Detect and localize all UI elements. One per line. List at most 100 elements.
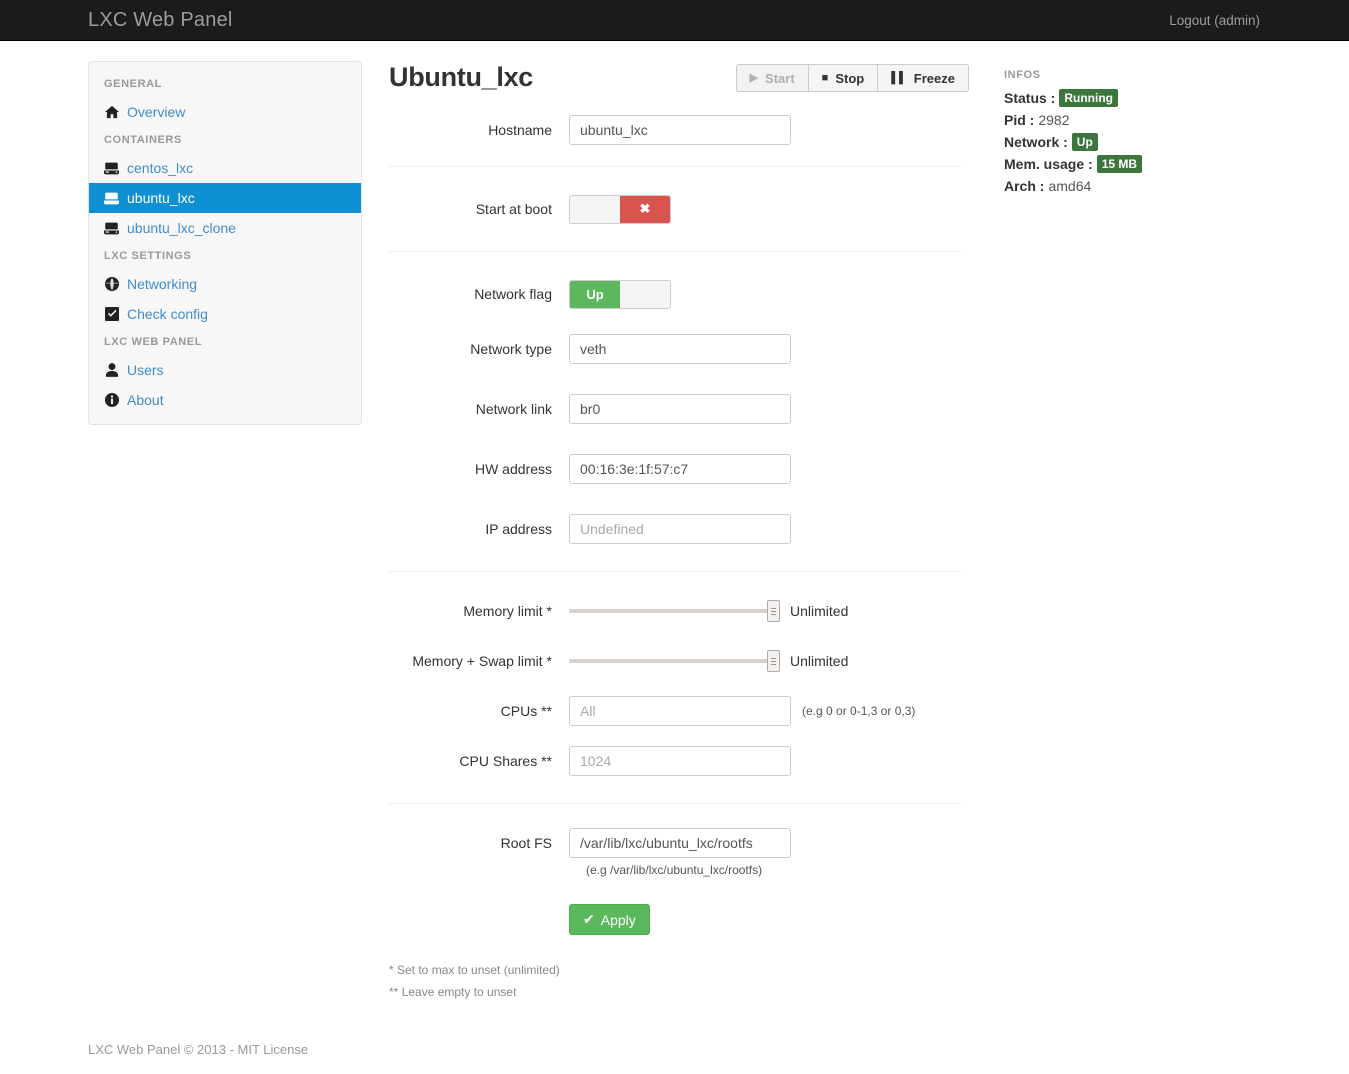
network-badge: Up xyxy=(1071,133,1098,151)
divider-4 xyxy=(389,803,961,804)
info-pid: Pid : 2982 xyxy=(1004,110,1264,130)
divider-1 xyxy=(389,166,961,167)
network-flag-label: Network flag xyxy=(474,286,552,302)
memory-limit-slider-wrap: Unlimited xyxy=(569,596,848,626)
footnote-2: ** Leave empty to unset xyxy=(389,985,517,999)
cpu-shares-row: CPU Shares ** xyxy=(389,746,969,776)
start-at-boot-toggle[interactable]: ✖ xyxy=(569,194,671,224)
memory-swap-limit-row: Memory + Swap limit * Unlimited xyxy=(389,646,969,676)
apply-button[interactable]: ✔ Apply xyxy=(569,904,650,935)
cpu-shares-label: CPU Shares ** xyxy=(459,753,552,769)
rootfs-input[interactable] xyxy=(569,828,791,858)
network-flag-row: Network flag Up xyxy=(389,279,969,309)
divider-2 xyxy=(389,251,961,252)
ip-address-input[interactable] xyxy=(569,514,791,544)
apply-button-label: Apply xyxy=(600,911,636,928)
memory-swap-limit-value: Unlimited xyxy=(790,653,849,669)
hw-address-input[interactable] xyxy=(569,454,791,484)
nav-group-header: CONTAINERS xyxy=(104,134,182,146)
rootfs-row: Root FS xyxy=(389,828,969,858)
sidebar-item-ubuntu-lxc-clone[interactable]: ubuntu_lxc_clone xyxy=(89,213,361,243)
pause-icon: ▌▌ xyxy=(891,71,907,84)
nav-group-header: LXC SETTINGS xyxy=(104,250,192,262)
rootfs-label: Root FS xyxy=(500,835,552,851)
start-button[interactable]: ▶ Start xyxy=(735,64,809,92)
toggle-blank-half xyxy=(620,280,670,308)
footer: LXC Web Panel © 2013 - MIT License xyxy=(88,1042,309,1057)
info-arch-label: Arch : xyxy=(1004,178,1045,194)
sidebar-item-overview[interactable]: Overview xyxy=(89,97,361,127)
network-link-row: Network link xyxy=(389,394,969,424)
freeze-button[interactable]: ▌▌ Freeze xyxy=(877,64,969,92)
info-network-label: Network : xyxy=(1004,134,1068,150)
sidebar-item-label: Overview xyxy=(127,104,186,120)
cpus-hint: (e.g 0 or 0-1,3 or 0,3) xyxy=(802,704,916,718)
sidebar-item-networking[interactable]: Networking xyxy=(89,269,361,299)
stop-button-label: Stop xyxy=(835,70,865,86)
rootfs-hint: (e.g /var/lib/lxc/ubuntu_lxc/rootfs) xyxy=(586,863,763,877)
info-arch-value: amd64 xyxy=(1048,178,1092,194)
home-icon xyxy=(104,105,119,120)
toggle-blank-half xyxy=(570,195,620,223)
footnotes: * Set to max to unset (unlimited) ** Lea… xyxy=(389,959,969,1003)
infos-panel: INFOS Status : Running Pid : 2982 Networ… xyxy=(1004,65,1264,198)
cpu-shares-input[interactable] xyxy=(569,746,791,776)
infos-title: INFOS xyxy=(1004,69,1041,81)
memory-swap-slider-wrap: Unlimited xyxy=(569,646,848,676)
top-navbar: LXC Web Panel Logout (admin) xyxy=(0,0,1349,41)
sidebar-item-label: Users xyxy=(127,362,164,378)
network-link-label: Network link xyxy=(475,401,552,417)
cpus-input[interactable] xyxy=(569,696,791,726)
sidebar-item-about[interactable]: About xyxy=(89,385,361,415)
toggle-on-half: Up xyxy=(570,280,620,308)
ip-address-row: IP address xyxy=(389,514,969,544)
stop-square-icon: ■ xyxy=(821,71,829,84)
check-square-icon xyxy=(104,307,119,322)
network-type-input[interactable] xyxy=(569,334,791,364)
network-link-input[interactable] xyxy=(569,394,791,424)
stop-button[interactable]: ■ Stop xyxy=(807,64,879,92)
divider-3 xyxy=(389,571,961,572)
sidebar-item-label: Check config xyxy=(127,306,208,322)
sidebar-item-label: Networking xyxy=(127,276,198,292)
freeze-button-label: Freeze xyxy=(913,70,955,86)
memory-limit-slider[interactable] xyxy=(569,600,780,622)
toggle-off-half: ✖ xyxy=(620,195,670,223)
server-icon xyxy=(104,221,119,236)
cpus-label: CPUs ** xyxy=(500,703,552,719)
slider-handle[interactable] xyxy=(767,600,780,622)
memory-limit-row: Memory limit * Unlimited xyxy=(389,596,969,626)
sidebar-item-centos-lxc[interactable]: centos_lxc xyxy=(89,153,361,183)
memory-limit-label: Memory limit * xyxy=(463,603,552,619)
info-network: Network : Up xyxy=(1004,132,1264,152)
info-status-label: Status : xyxy=(1004,90,1056,106)
sidebar-item-users[interactable]: Users xyxy=(89,355,361,385)
hostname-input[interactable] xyxy=(569,115,791,145)
start-at-boot-row: Start at boot ✖ xyxy=(389,194,969,224)
info-pid-value: 2982 xyxy=(1038,112,1070,128)
sidebar-item-ubuntu-lxc[interactable]: ubuntu_lxc xyxy=(89,183,361,213)
page-header: Ubuntu_lxc ▶ Start ■ Stop ▌▌ Freeze xyxy=(389,57,969,105)
start-button-label: Start xyxy=(765,70,795,86)
logout-link[interactable]: Logout (admin) xyxy=(1169,12,1260,29)
memory-swap-limit-label: Memory + Swap limit * xyxy=(412,653,552,669)
sidebar-item-check-config[interactable]: Check config xyxy=(89,299,361,329)
check-icon: ✔ xyxy=(583,911,595,927)
network-flag-toggle[interactable]: Up xyxy=(569,279,671,309)
main-content: Ubuntu_lxc ▶ Start ■ Stop ▌▌ Freeze Host… xyxy=(389,57,969,1003)
cpus-row: CPUs ** (e.g 0 or 0-1,3 or 0,3) xyxy=(389,696,969,726)
start-at-boot-label: Start at boot xyxy=(475,201,552,217)
sidebar-item-label: ubuntu_lxc_clone xyxy=(127,220,236,236)
sidebar-item-label: ubuntu_lxc xyxy=(127,190,195,206)
footnote-1: * Set to max to unset (unlimited) xyxy=(389,963,560,977)
app-brand: LXC Web Panel xyxy=(88,9,233,31)
slider-handle[interactable] xyxy=(767,650,780,672)
server-icon xyxy=(104,161,119,176)
hw-address-label: HW address xyxy=(474,461,552,477)
info-arch: Arch : amd64 xyxy=(1004,176,1264,196)
memory-swap-slider[interactable] xyxy=(569,650,780,672)
nav-group-header: LXC WEB PANEL xyxy=(104,336,203,348)
slider-track xyxy=(569,659,779,663)
info-memory: Mem. usage : 15 MB xyxy=(1004,154,1264,174)
hw-address-row: HW address xyxy=(389,454,969,484)
